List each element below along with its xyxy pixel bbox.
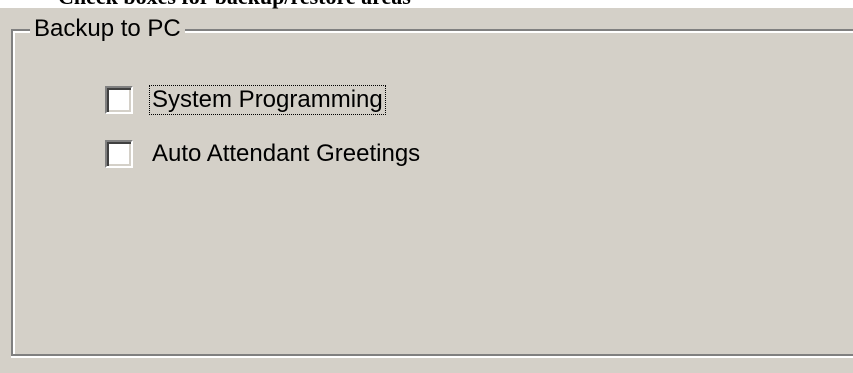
system-programming-option[interactable]: System Programming: [105, 84, 386, 116]
backup-to-pc-groupbox: [11, 29, 853, 356]
auto-attendant-greetings-checkbox[interactable]: [105, 140, 133, 168]
groupbox-legend: Backup to PC: [30, 14, 185, 44]
auto-attendant-greetings-option[interactable]: Auto Attendant Greetings: [105, 138, 422, 170]
auto-attendant-greetings-label[interactable]: Auto Attendant Greetings: [150, 140, 422, 168]
cut-off-header-text: Check boxes for backup/restore areas: [58, 0, 411, 10]
system-programming-checkbox[interactable]: [105, 86, 133, 114]
system-programming-label[interactable]: System Programming: [149, 85, 386, 115]
